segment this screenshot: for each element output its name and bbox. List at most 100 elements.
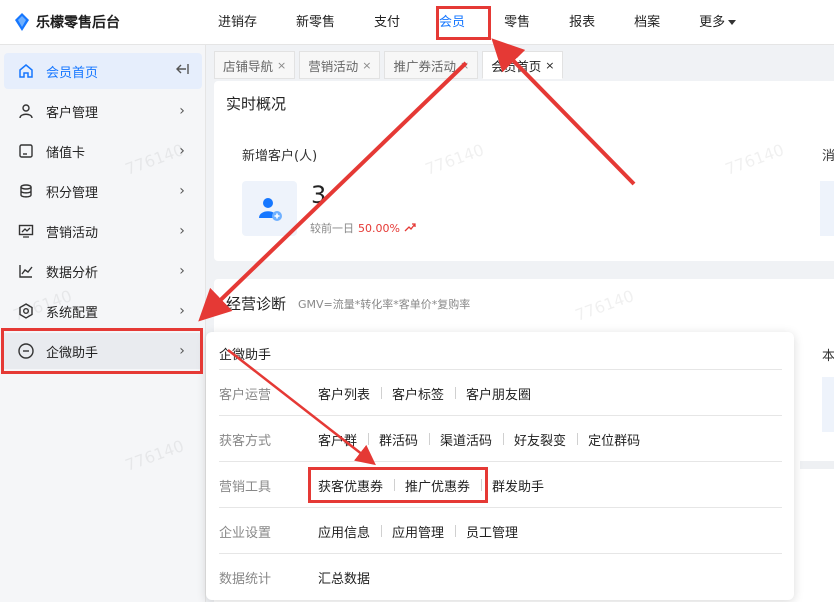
nav-more-dropdown[interactable]: 更多	[687, 0, 748, 45]
close-icon[interactable]: ×	[460, 59, 469, 72]
business-title: 经营诊断	[226, 295, 287, 313]
realtime-overview-card: 实时概况 新增客户(人) 3 较前一日 50.00% 消	[214, 81, 834, 261]
trend-up-icon	[404, 222, 416, 235]
menu-row-customer-operations: 客户运营 客户列表 客户标签 客户朋友圈	[219, 381, 782, 405]
divider	[219, 461, 782, 462]
menu-link-friend-referral[interactable]: 好友裂变	[503, 430, 577, 449]
sidebar-item-label: 客户管理	[46, 105, 99, 121]
truncated-metric-label: 消	[822, 149, 834, 164]
chevron-right-icon: ›	[179, 343, 185, 359]
menu-link-app-management[interactable]: 应用管理	[381, 522, 455, 541]
sidebar-item-system-settings[interactable]: 系统配置 ›	[4, 293, 202, 329]
logo-icon	[15, 13, 29, 31]
close-icon[interactable]: ×	[545, 59, 554, 72]
sidebar-item-label: 营销活动	[46, 225, 99, 241]
add-user-icon	[242, 181, 297, 236]
sidebar-item-stored-value-card[interactable]: 储值卡 ›	[4, 133, 202, 169]
chevron-right-icon: ›	[179, 143, 185, 159]
menu-link-customer-list[interactable]: 客户列表	[315, 384, 381, 403]
truncated-section-icon	[822, 377, 834, 432]
new-customers-label: 新增客户(人)	[242, 149, 318, 164]
tab-store-navigation[interactable]: 店铺导航 ×	[214, 51, 296, 79]
sidebar-item-label: 会员首页	[46, 65, 99, 81]
compare-rate: 50.00%	[358, 221, 400, 235]
close-icon[interactable]: ×	[362, 59, 371, 72]
menu-link-customer-tags[interactable]: 客户标签	[381, 384, 455, 403]
sidebar-item-data-analysis[interactable]: 数据分析 ›	[4, 253, 202, 289]
truncated-divider	[800, 461, 834, 469]
menu-row-data-statistics: 数据统计 汇总数据	[219, 565, 782, 589]
menu-category: 数据统计	[219, 571, 272, 587]
menu-row-acquisition: 获客方式 客户群 群活码 渠道活码 好友裂变 定位群码	[219, 427, 782, 451]
tab-label: 会员首页	[491, 58, 542, 74]
sidebar-item-label: 储值卡	[46, 145, 86, 161]
menu-link-promo-coupon[interactable]: 推广优惠券	[394, 476, 481, 495]
tab-label: 营销活动	[308, 58, 359, 74]
nav-archive[interactable]: 档案	[622, 0, 672, 45]
nav-member[interactable]: 会员	[427, 0, 477, 45]
app-name: 乐檬零售后台	[36, 15, 120, 31]
menu-category: 企业设置	[219, 525, 272, 541]
menu-link-channel-live-code[interactable]: 渠道活码	[429, 430, 503, 449]
collapse-sidebar-icon[interactable]	[174, 63, 190, 79]
menu-row-marketing-tools: 营销工具 获客优惠券 推广优惠券 群发助手	[219, 473, 782, 497]
chevron-right-icon: ›	[179, 103, 185, 119]
page-tabs: 店铺导航 × 营销活动 × 推广券活动 × 会员首页 ×	[214, 51, 564, 79]
brand[interactable]: 乐檬零售后台	[14, 12, 120, 32]
nav-inventory[interactable]: 进销存	[206, 0, 269, 45]
top-navigation-bar: 乐檬零售后台 进销存 新零售 支付 会员 零售 报表 档案 更多	[0, 0, 834, 45]
menu-row-enterprise-settings: 企业设置 应用信息 应用管理 员工管理	[219, 519, 782, 543]
home-icon	[17, 62, 35, 80]
compare-label: 较前一日	[310, 222, 354, 235]
sidebar-item-label: 系统配置	[46, 305, 99, 321]
chevron-right-icon: ›	[179, 263, 185, 279]
settings-icon	[17, 302, 35, 320]
divider	[219, 553, 782, 554]
new-customers-value: 3	[311, 181, 327, 209]
divider	[219, 507, 782, 508]
sidebar: 会员首页 客户管理 › 储值卡 › 积分管理 › 营销活动 › 数据分析 › 系…	[0, 45, 206, 602]
nav-reports[interactable]: 报表	[557, 0, 607, 45]
sidebar-item-wecom-assistant[interactable]: 企微助手 ›	[4, 333, 202, 369]
top-nav: 进销存 新零售 支付 会员 零售 报表 档案 更多	[206, 0, 763, 45]
coins-icon	[17, 182, 35, 200]
user-icon	[17, 102, 35, 120]
sidebar-item-customer-management[interactable]: 客户管理 ›	[4, 93, 202, 129]
menu-link-summary-data[interactable]: 汇总数据	[315, 568, 381, 587]
menu-link-location-group-code[interactable]: 定位群码	[577, 430, 651, 449]
menu-title: 企微助手	[219, 348, 272, 363]
tab-label: 店铺导航	[223, 58, 274, 74]
truncated-metric-icon	[820, 181, 834, 236]
close-icon[interactable]: ×	[277, 59, 286, 72]
divider	[219, 369, 782, 370]
menu-link-customer-moments[interactable]: 客户朋友圈	[455, 384, 542, 403]
sidebar-item-points-management[interactable]: 积分管理 ›	[4, 173, 202, 209]
menu-link-staff-management[interactable]: 员工管理	[455, 522, 529, 541]
day-over-day-comparison: 较前一日 50.00%	[310, 220, 416, 236]
realtime-title: 实时概况	[226, 95, 287, 113]
nav-retail[interactable]: 零售	[492, 0, 542, 45]
menu-category: 获客方式	[219, 433, 272, 449]
sidebar-item-label: 企微助手	[46, 345, 99, 361]
tab-marketing-campaigns[interactable]: 营销活动 ×	[299, 51, 381, 79]
tab-promo-coupon-campaign[interactable]: 推广券活动 ×	[384, 51, 479, 79]
tab-label: 推广券活动	[393, 58, 456, 74]
monitor-icon	[17, 222, 35, 240]
menu-link-customer-groups[interactable]: 客户群	[315, 430, 368, 449]
sidebar-item-label: 数据分析	[46, 265, 99, 281]
chevron-right-icon: ›	[179, 223, 185, 239]
nav-new-retail[interactable]: 新零售	[284, 0, 347, 45]
tab-member-home[interactable]: 会员首页 ×	[482, 51, 564, 79]
sidebar-item-marketing-campaigns[interactable]: 营销活动 ›	[4, 213, 202, 249]
menu-link-acquisition-coupon[interactable]: 获客优惠券	[315, 476, 394, 495]
menu-link-app-info[interactable]: 应用信息	[315, 522, 381, 541]
gmv-formula: GMV=流量*转化率*客单价*复购率	[298, 298, 471, 311]
menu-link-group-live-code[interactable]: 群活码	[368, 430, 429, 449]
nav-payment[interactable]: 支付	[362, 0, 412, 45]
line-chart-icon	[17, 262, 35, 280]
menu-link-mass-messaging[interactable]: 群发助手	[481, 476, 555, 495]
sidebar-item-member-home[interactable]: 会员首页	[4, 53, 202, 89]
chevron-right-icon: ›	[179, 183, 185, 199]
divider	[219, 415, 782, 416]
chevron-right-icon: ›	[179, 303, 185, 319]
